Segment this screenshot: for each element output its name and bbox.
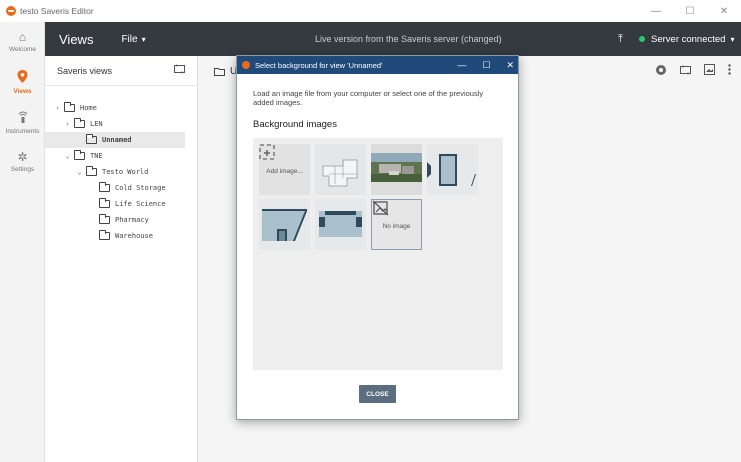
- main-toolbar-icons: [655, 56, 731, 86]
- upload-icon[interactable]: ⤒: [618, 33, 623, 46]
- close-button[interactable]: CLOSE: [359, 385, 396, 403]
- gear-icon: ✲: [17, 150, 28, 164]
- home-icon: ⌂: [18, 30, 27, 44]
- rail-item-welcome[interactable]: ⌂ Welcome: [0, 22, 45, 62]
- status-dot-icon: [639, 36, 645, 42]
- file-menu-label: File: [121, 33, 138, 45]
- testo-logo-icon: [242, 61, 250, 69]
- header-views-title: Views: [59, 31, 94, 47]
- rail-item-views[interactable]: Views: [0, 62, 45, 102]
- background-thumb-wide-room[interactable]: [315, 199, 366, 250]
- tree-item-label: Life Science: [115, 200, 166, 208]
- dialog-title: Select background for view 'Unnamed': [255, 60, 383, 70]
- rail-item-label: Welcome: [9, 46, 36, 53]
- tree-item-label: Home: [80, 104, 97, 112]
- folder-icon: [99, 198, 110, 208]
- no-image-option[interactable]: No image: [371, 199, 422, 250]
- chevron-down-icon[interactable]: ⌄: [63, 152, 72, 160]
- file-menu[interactable]: File ▾: [121, 34, 145, 45]
- select-background-dialog: Select background for view 'Unnamed' — ☐…: [236, 55, 519, 420]
- folder-icon: [86, 166, 97, 176]
- folder-icon: [99, 230, 110, 240]
- dialog-body: Load an image file from your computer or…: [237, 74, 518, 370]
- close-window-button[interactable]: ✕: [707, 0, 741, 22]
- tree-item-label: LEN: [90, 120, 103, 128]
- version-status-text: Live version from the Saveris server (ch…: [315, 34, 502, 44]
- new-view-icon[interactable]: [680, 65, 691, 78]
- background-thumb-aerial-photo[interactable]: [371, 144, 422, 195]
- tree-item-tne[interactable]: ⌄ TNE: [45, 148, 197, 164]
- maximize-button[interactable]: ☐: [673, 0, 707, 22]
- tree-item-pharmacy[interactable]: Pharmacy: [45, 212, 197, 228]
- background-thumb-angled-room[interactable]: [259, 199, 310, 250]
- tree-item-warehouse[interactable]: Warehouse: [45, 228, 197, 244]
- chevron-down-icon: ▾: [730, 34, 735, 44]
- add-image-button[interactable]: Add image...: [259, 144, 310, 195]
- add-image-label: Add image...: [266, 167, 303, 175]
- rail-item-label: Views: [13, 87, 32, 95]
- new-view-icon[interactable]: [174, 64, 185, 77]
- tree-item-len[interactable]: › LEN: [45, 116, 197, 132]
- window-title: testo Saveris Editor: [20, 6, 94, 16]
- window-controls: — ☐ ✕: [639, 0, 741, 22]
- views-panel-header: Saveris views: [45, 56, 197, 86]
- more-options-icon[interactable]: [728, 64, 731, 78]
- views-panel: Saveris views › Home › LEN Unnamed ⌄ TNE…: [45, 56, 198, 462]
- rail-item-label: Instruments: [5, 127, 40, 135]
- dialog-window-controls: — ☐ ✕: [457, 56, 514, 74]
- background-thumb-floorplan[interactable]: [315, 144, 366, 195]
- tree-item-label: Unnamed: [102, 136, 132, 144]
- background-image-icon[interactable]: [704, 64, 715, 78]
- tree-item-label: Testo World: [102, 168, 149, 176]
- background-images-grid: Add image... No image: [253, 138, 503, 370]
- folder-icon: [99, 182, 110, 192]
- chevron-down-icon[interactable]: ⌄: [75, 168, 84, 176]
- views-tree: › Home › LEN Unnamed ⌄ TNE ⌄ Testo World: [45, 86, 197, 244]
- location-pin-icon: [17, 69, 28, 86]
- settings-cloud-icon[interactable]: [655, 64, 667, 79]
- views-panel-title: Saveris views: [57, 65, 113, 76]
- tree-item-testo-world[interactable]: ⌄ Testo World: [45, 164, 197, 180]
- server-status-label: Server connected: [651, 33, 726, 45]
- chevron-right-icon[interactable]: ›: [63, 120, 72, 128]
- folder-icon: [86, 134, 97, 144]
- chevron-right-icon[interactable]: ›: [53, 104, 62, 112]
- folder-icon: [74, 150, 85, 160]
- folder-icon: [214, 67, 225, 76]
- dialog-description: Load an image file from your computer or…: [253, 89, 484, 107]
- app-header: Views File ▾ Live version from the Saver…: [45, 22, 741, 56]
- tree-item-home[interactable]: › Home: [45, 100, 197, 116]
- tree-item-label: Warehouse: [115, 232, 153, 240]
- rail-item-settings[interactable]: ✲ Settings: [0, 142, 45, 182]
- tree-item-life-science[interactable]: Life Science: [45, 196, 197, 212]
- no-image-label: No image: [382, 222, 411, 230]
- dialog-minimize-button[interactable]: —: [457, 60, 466, 70]
- server-status-menu[interactable]: Server connected ▾: [639, 34, 734, 45]
- tree-item-cold-storage[interactable]: Cold Storage: [45, 180, 197, 196]
- folder-icon: [99, 214, 110, 224]
- background-thumb-blue-room[interactable]: [427, 144, 478, 195]
- tree-item-label: Pharmacy: [115, 216, 149, 224]
- left-rail: ⌂ Welcome Views Instruments ✲ Settings: [0, 22, 45, 462]
- rail-item-label: Settings: [10, 166, 35, 173]
- minimize-button[interactable]: —: [639, 0, 673, 22]
- folder-icon: [74, 118, 85, 128]
- dialog-titlebar: Select background for view 'Unnamed' — ☐…: [237, 56, 518, 74]
- chevron-down-icon: ▾: [141, 34, 146, 44]
- tree-item-label: TNE: [90, 152, 103, 160]
- instrument-icon: [18, 110, 28, 126]
- background-images-heading: Background images: [253, 119, 337, 130]
- tree-item-unnamed[interactable]: Unnamed: [45, 132, 185, 148]
- window-titlebar: testo Saveris Editor — ☐ ✕: [0, 0, 741, 22]
- tree-item-label: Cold Storage: [115, 184, 166, 192]
- dialog-close-icon[interactable]: ✕: [506, 60, 514, 71]
- dialog-maximize-button[interactable]: ☐: [482, 60, 490, 71]
- testo-logo-icon: [6, 6, 16, 16]
- rail-item-instruments[interactable]: Instruments: [0, 102, 45, 142]
- folder-icon: [64, 102, 75, 112]
